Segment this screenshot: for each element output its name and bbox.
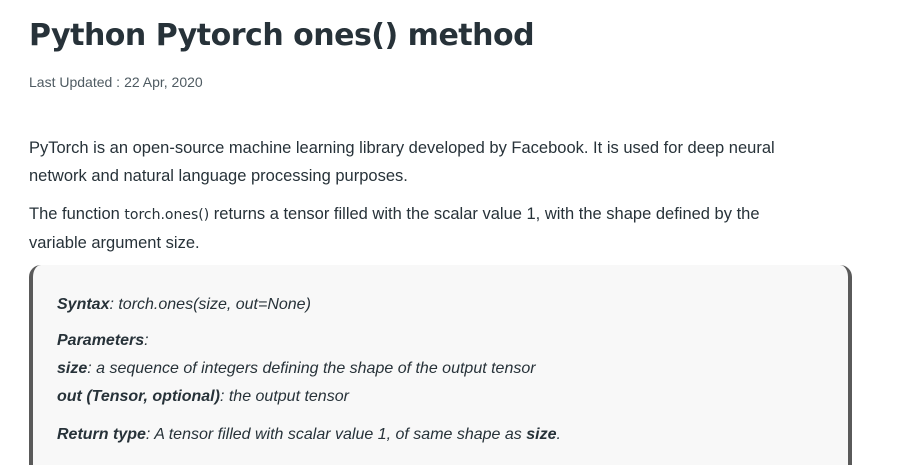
function-paragraph-start: The function	[29, 205, 125, 223]
syntax-label: Syntax	[57, 296, 110, 313]
syntax-text: : torch.ones(size, out=None)	[109, 296, 311, 313]
intro-paragraph: PyTorch is an open-source machine learni…	[29, 139, 775, 185]
param-out-text: : the output tensor	[219, 388, 349, 405]
parameters-line: Parameters:	[57, 329, 149, 353]
parameters-label: Parameters	[57, 332, 145, 349]
last-updated-date: 22 Apr, 2020	[124, 74, 203, 90]
return-type-text: : A tensor filled with scalar value 1, o…	[145, 426, 527, 443]
last-updated: Last Updated :22 Apr, 2020	[29, 74, 203, 90]
return-type-size: size	[526, 426, 557, 443]
param-out-line: out (Tensor, optional): the output tenso…	[57, 385, 349, 409]
syntax-line: Syntax: torch.ones(size, out=None)	[57, 293, 311, 317]
param-size-label: size	[57, 360, 88, 377]
parameters-colon: :	[144, 332, 149, 349]
last-updated-label: Last Updated :	[29, 74, 121, 90]
return-type-end: .	[556, 426, 561, 443]
page-title: Python Pytorch ones() method	[29, 18, 535, 53]
param-size-line: size: a sequence of integers defining th…	[57, 357, 536, 381]
function-paragraph: The function torch.ones() returns a tens…	[29, 200, 819, 257]
return-type-label: Return type	[57, 426, 146, 443]
param-out-label: out (Tensor, optional)	[57, 388, 220, 405]
return-type-line: Return type: A tensor filled with scalar…	[57, 423, 561, 447]
param-size-text: : a sequence of integers defining the sh…	[87, 360, 536, 377]
syntax-box: Syntax: torch.ones(size, out=None) Param…	[29, 265, 852, 465]
inline-code-torch-ones: torch.ones()	[124, 207, 210, 223]
